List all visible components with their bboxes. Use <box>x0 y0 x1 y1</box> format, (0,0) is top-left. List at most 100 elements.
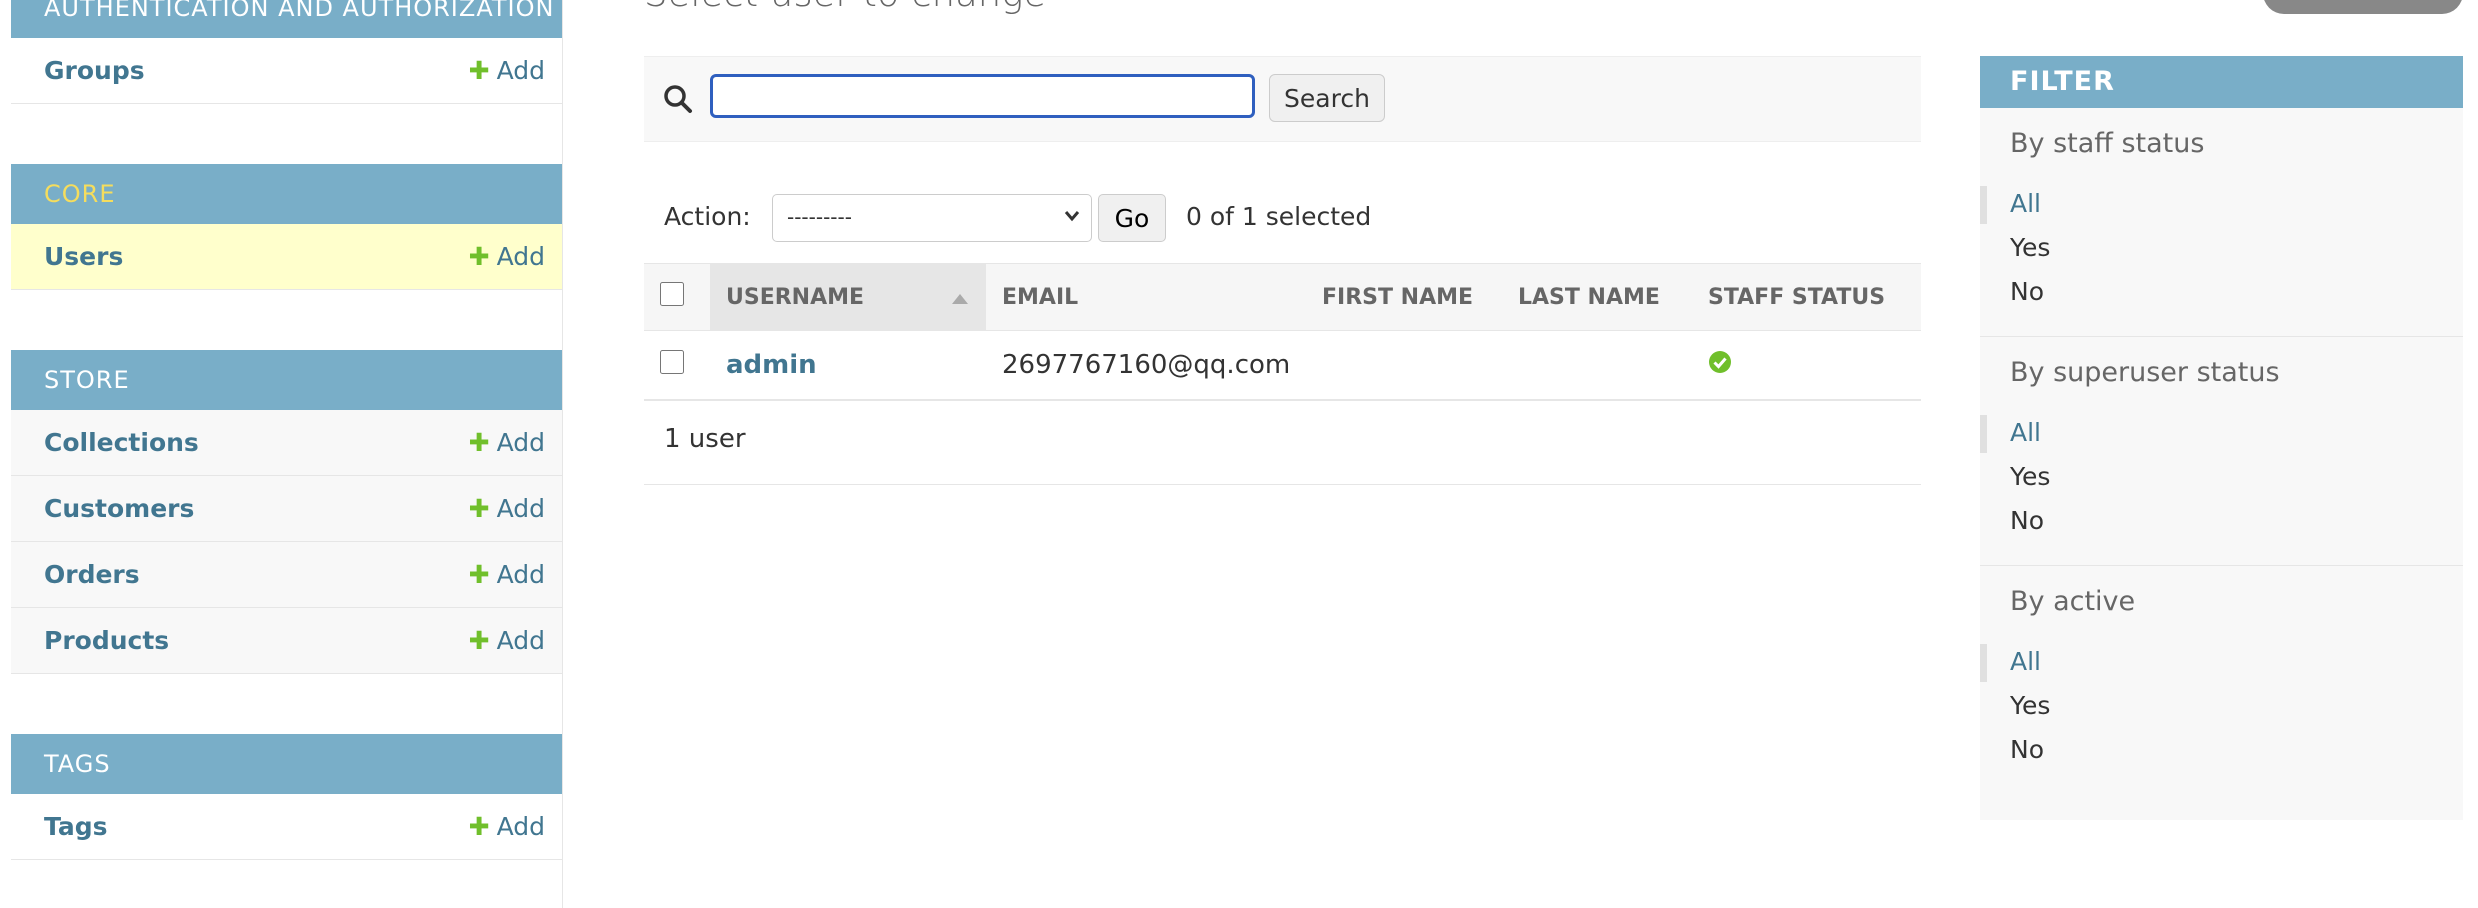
sidebar-link-orders[interactable]: Orders <box>44 542 140 607</box>
add-label: Add <box>496 626 545 655</box>
plus-icon: ✚ <box>468 428 490 457</box>
actions-bar: Action: --------- Go 0 of 1 selected <box>644 190 1921 246</box>
filter-option-no[interactable]: No <box>1980 270 2463 314</box>
sidebar-item-tags: Tags ✚ Add <box>11 794 562 860</box>
column-header-last-name[interactable]: Last name <box>1502 263 1692 331</box>
table-header-row: Username Email First name Last name Staf… <box>644 263 1921 331</box>
sidebar-link-products[interactable]: Products <box>44 608 169 673</box>
sidebar-item-orders: Orders ✚ Add <box>11 542 562 608</box>
filter-option-yes[interactable]: Yes <box>1980 226 2463 270</box>
search-icon <box>662 83 694 119</box>
column-header-email[interactable]: Email <box>986 263 1306 331</box>
add-label: Add <box>496 56 545 85</box>
sidebar-link-users[interactable]: Users <box>44 224 123 289</box>
column-header-username[interactable]: Username <box>710 263 986 331</box>
filter-option-yes[interactable]: Yes <box>1980 684 2463 728</box>
sidebar-item-customers: Customers ✚ Add <box>11 476 562 542</box>
column-header-first-name[interactable]: First name <box>1306 263 1502 331</box>
action-label: Action: <box>664 202 751 231</box>
chevron-down-icon <box>1063 201 1081 237</box>
module-store: Store Collections ✚ Add Customers ✚ Add Or… <box>11 350 562 674</box>
column-label: First name <box>1322 284 1474 310</box>
filter-group-active: By active All Yes No <box>1980 566 2463 794</box>
row-select-cell <box>644 330 710 401</box>
staff-status-cell <box>1692 330 1921 401</box>
plus-icon: ✚ <box>468 242 490 271</box>
add-label: Add <box>496 242 545 271</box>
module-header-store[interactable]: Store <box>11 350 562 410</box>
plus-icon: ✚ <box>468 560 490 589</box>
filter-option-all[interactable]: All <box>1980 182 2463 226</box>
filter-options: All Yes No <box>1980 411 2463 543</box>
table-row: admin 2697767160@qq.com <box>644 330 1921 401</box>
sidebar-item-products: Products ✚ Add <box>11 608 562 674</box>
column-label: Email <box>1002 284 1079 310</box>
select-all-checkbox[interactable] <box>660 282 684 306</box>
row-checkbox[interactable] <box>660 349 684 374</box>
sidebar-link-groups[interactable]: Groups <box>44 38 145 103</box>
select-all-cell <box>644 263 710 331</box>
sidebar-item-collections: Collections ✚ Add <box>11 410 562 476</box>
sort-ascending-icon[interactable] <box>952 294 968 304</box>
filter-option-no[interactable]: No <box>1980 499 2463 543</box>
filter-option-all[interactable]: All <box>1980 640 2463 684</box>
search-input[interactable] <box>710 74 1255 118</box>
add-customers-link[interactable]: ✚ Add <box>469 476 545 541</box>
add-groups-link[interactable]: ✚ Add <box>469 38 545 103</box>
filter-option-all[interactable]: All <box>1980 411 2463 455</box>
add-user-button[interactable] <box>2263 0 2463 14</box>
username-link[interactable]: admin <box>726 350 817 380</box>
module-header-auth[interactable]: Authentication and Authorization <box>11 0 562 38</box>
filter-title: By staff status <box>2010 128 2205 159</box>
first-name-cell <box>1306 330 1502 401</box>
module-core: Core Users ✚ Add <box>11 164 562 290</box>
go-button[interactable]: Go <box>1098 194 1166 242</box>
column-label: Last name <box>1518 284 1660 310</box>
sidebar-item-users: Users ✚ Add <box>11 224 562 290</box>
add-collections-link[interactable]: ✚ Add <box>469 410 545 475</box>
results-table: Username Email First name Last name Staf… <box>644 263 1921 401</box>
filter-options: All Yes No <box>1980 640 2463 772</box>
email-cell: 2697767160@qq.com <box>986 330 1306 401</box>
action-select[interactable]: --------- <box>772 194 1092 242</box>
search-button[interactable]: Search <box>1269 74 1385 122</box>
page-title: Select user to change <box>644 0 1046 15</box>
plus-icon: ✚ <box>468 812 490 841</box>
add-label: Add <box>496 428 545 457</box>
last-name-cell <box>1502 330 1692 401</box>
add-tags-link[interactable]: ✚ Add <box>469 794 545 859</box>
module-auth: Authentication and Authorization Groups … <box>11 0 562 104</box>
sidebar-link-collections[interactable]: Collections <box>44 410 199 475</box>
action-counter: 0 of 1 selected <box>1186 202 1372 231</box>
paginator: 1 user <box>644 400 1921 485</box>
sidebar-link-tags[interactable]: Tags <box>44 794 107 859</box>
filter-group-staff-status: By staff status All Yes No <box>1980 108 2463 337</box>
sidebar-item-groups: Groups ✚ Add <box>11 38 562 104</box>
nav-sidebar: Authentication and Authorization Groups … <box>11 0 563 908</box>
filter-option-no[interactable]: No <box>1980 728 2463 772</box>
add-products-link[interactable]: ✚ Add <box>469 608 545 673</box>
column-header-staff-status[interactable]: Staff status <box>1692 263 1921 331</box>
filter-header: FILTER <box>1980 56 2463 108</box>
module-header-tags[interactable]: Tags <box>11 734 562 794</box>
sidebar-link-customers[interactable]: Customers <box>44 476 194 541</box>
filter-title: By active <box>2010 586 2136 617</box>
add-orders-link[interactable]: ✚ Add <box>469 542 545 607</box>
username-cell: admin <box>710 330 986 401</box>
filter-group-superuser-status: By superuser status All Yes No <box>1980 337 2463 566</box>
action-select-value: --------- <box>787 205 852 229</box>
plus-icon: ✚ <box>468 494 490 523</box>
column-label: Staff status <box>1708 284 1886 310</box>
search-toolbar: Search <box>644 56 1921 142</box>
result-count: 1 user <box>664 424 746 454</box>
add-users-link[interactable]: ✚ Add <box>469 224 545 289</box>
plus-icon: ✚ <box>468 626 490 655</box>
module-header-core[interactable]: Core <box>11 164 562 224</box>
check-icon <box>1708 350 1732 381</box>
add-label: Add <box>496 494 545 523</box>
filter-title: By superuser status <box>2010 357 2280 388</box>
filter-panel: FILTER By staff status All Yes No By sup… <box>1980 56 2463 820</box>
filter-options: All Yes No <box>1980 182 2463 314</box>
filter-option-yes[interactable]: Yes <box>1980 455 2463 499</box>
module-tags: Tags Tags ✚ Add <box>11 734 562 860</box>
